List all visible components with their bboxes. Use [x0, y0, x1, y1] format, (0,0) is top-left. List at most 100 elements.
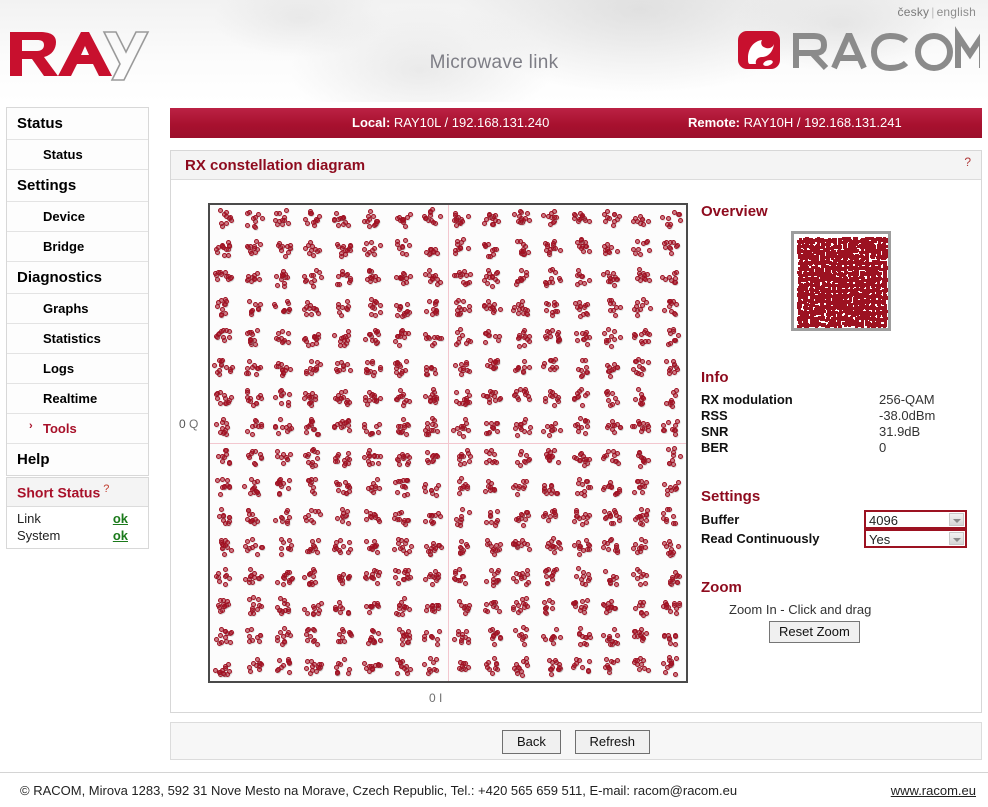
- constellation-point: [454, 238, 460, 244]
- constellation-point: [612, 219, 618, 225]
- constellation-point: [574, 331, 580, 337]
- constellation-point: [307, 303, 313, 309]
- constellation-point: [645, 360, 651, 366]
- constellation-point: [617, 335, 623, 341]
- constellation-point: [341, 656, 347, 662]
- constellation-point: [635, 313, 641, 319]
- constellation-point: [456, 304, 462, 310]
- constellation-point: [491, 425, 497, 431]
- constellation-point: [553, 357, 559, 363]
- constellation-point: [217, 632, 223, 638]
- sidebar-item-statistics[interactable]: Statistics: [7, 324, 148, 354]
- constellation-point: [395, 568, 401, 574]
- constellation-point: [315, 611, 321, 617]
- constellation-point: [646, 332, 652, 338]
- constellation-point: [286, 478, 292, 484]
- constellation-point: [222, 635, 228, 641]
- constellation-plot[interactable]: [208, 203, 688, 683]
- constellation-point: [673, 671, 679, 677]
- constellation-point: [335, 305, 341, 311]
- constellation-point: [578, 607, 584, 613]
- constellation-point: [377, 365, 383, 371]
- constellation-point: [518, 268, 524, 274]
- constellation-point: [466, 509, 472, 515]
- constellation-point: [312, 222, 318, 228]
- overview-thumbnail[interactable]: [791, 231, 891, 331]
- sidebar-section-help[interactable]: Help: [7, 444, 148, 475]
- constellation-point: [433, 299, 439, 305]
- constellation-point: [252, 461, 258, 467]
- constellation-point: [609, 401, 615, 407]
- constellation-point: [547, 334, 553, 340]
- constellation-point: [453, 517, 459, 523]
- constellation-point: [460, 433, 466, 439]
- language-switcher[interactable]: česky | english: [898, 5, 976, 19]
- constellation-point: [642, 484, 647, 490]
- constellation-point: [340, 214, 346, 220]
- constellation-point: [601, 211, 607, 217]
- constellation-point: [549, 605, 555, 611]
- constellation-point: [661, 632, 667, 638]
- overview-point: [809, 299, 813, 303]
- constellation-point: [255, 596, 261, 602]
- constellation-point: [492, 333, 498, 339]
- status-badge[interactable]: ok: [113, 511, 128, 526]
- status-badge[interactable]: ok: [113, 528, 128, 543]
- constellation-point: [423, 630, 429, 636]
- constellation-point: [676, 211, 682, 217]
- constellation-point: [484, 578, 490, 584]
- constellation-point: [374, 218, 380, 224]
- constellation-point: [337, 282, 343, 288]
- lang-czech-link[interactable]: česky: [898, 5, 930, 19]
- constellation-point: [391, 547, 397, 553]
- sidebar-item-tools[interactable]: › Tools: [7, 414, 148, 444]
- constellation-point: [522, 642, 528, 648]
- constellation-point: [662, 482, 668, 488]
- constellation-point: [348, 277, 354, 283]
- constellation-point: [543, 637, 549, 643]
- constellation-point: [524, 312, 530, 318]
- overview-point: [849, 253, 853, 257]
- constellation-point: [430, 312, 436, 318]
- constellation-panel: RX constellation diagram ? 0 Q 0 I Overv…: [170, 150, 982, 713]
- constellation-point: [226, 399, 232, 405]
- constellation-point: [302, 217, 308, 222]
- overview-point: [880, 261, 884, 265]
- sidebar-item-device[interactable]: Device: [7, 202, 148, 232]
- constellation-point: [464, 388, 470, 394]
- constellation-point: [548, 246, 553, 252]
- sidebar-item-logs[interactable]: Logs: [7, 354, 148, 384]
- constellation-point: [514, 389, 520, 395]
- sidebar-item-bridge[interactable]: Bridge: [7, 232, 148, 262]
- constellation-point: [641, 636, 647, 642]
- constellation-point: [214, 421, 220, 427]
- overview-point: [804, 316, 808, 320]
- constellation-point: [644, 517, 650, 523]
- short-status-label: System: [17, 527, 61, 543]
- constellation-point: [218, 328, 224, 334]
- help-icon[interactable]: ?: [103, 483, 109, 495]
- constellation-point: [377, 243, 383, 249]
- constellation-point: [315, 332, 321, 338]
- constellation-point: [403, 237, 409, 243]
- constellation-point: [677, 217, 683, 223]
- main-navigation-sidebar[interactable]: Status Status Settings Device Bridge Dia…: [6, 107, 149, 476]
- constellation-point: [632, 332, 638, 338]
- sidebar-item-realtime[interactable]: Realtime: [7, 384, 148, 414]
- constellation-point: [364, 252, 370, 258]
- sidebar-item-status[interactable]: Status: [7, 140, 148, 170]
- constellation-point: [430, 207, 436, 212]
- constellation-point: [364, 538, 370, 544]
- constellation-point: [276, 431, 281, 437]
- constellation-point: [671, 446, 677, 452]
- sidebar-item-graphs[interactable]: Graphs: [7, 294, 148, 324]
- constellation-point: [435, 483, 441, 489]
- constellation-point: [398, 510, 404, 516]
- constellation-point: [521, 359, 527, 365]
- overview-point: [881, 254, 885, 258]
- constellation-point: [335, 222, 341, 228]
- help-icon[interactable]: ?: [964, 155, 971, 169]
- lang-english-link[interactable]: english: [937, 5, 976, 19]
- constellation-point: [424, 457, 430, 463]
- constellation-point: [606, 250, 612, 256]
